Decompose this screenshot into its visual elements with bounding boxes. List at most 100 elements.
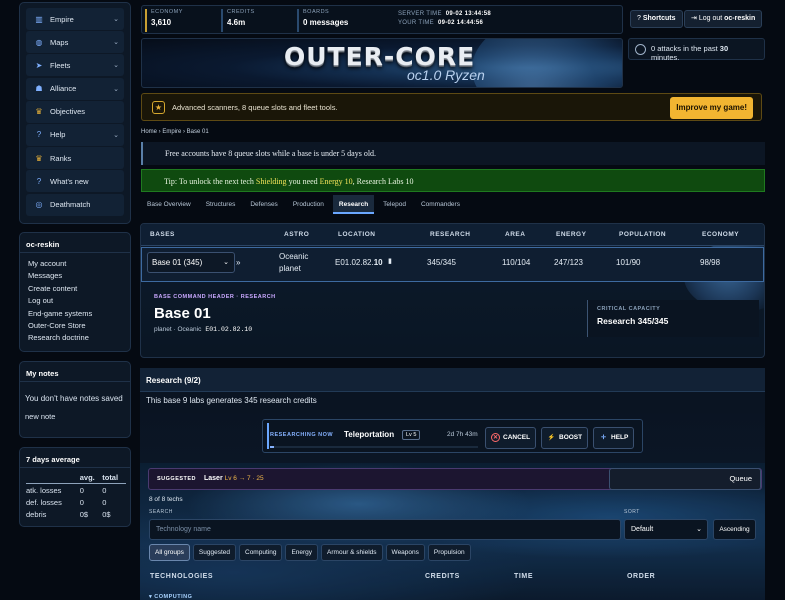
suggested-bar: SUGGESTED Laser Lv 6 → 7 · 25 Queue: [148, 468, 762, 490]
sidebar-item-fleets[interactable]: ➤ Fleets ⌄: [26, 54, 124, 77]
filter-chip[interactable]: Computing: [239, 544, 283, 561]
user-link[interactable]: Messages: [20, 270, 130, 282]
search-input[interactable]: Technology name: [149, 519, 621, 540]
shortcuts-button[interactable]: ? Shortcuts: [630, 10, 683, 28]
sidebar-item-help[interactable]: ? Help ⌄: [26, 123, 124, 146]
user-link[interactable]: Outer-Core Store: [20, 320, 130, 332]
averages-box: 7 days average avg. total atk. losses 0 …: [19, 447, 131, 527]
help-icon: ?: [637, 15, 641, 22]
tab-structures[interactable]: Structures: [200, 195, 242, 214]
stats-bar: ECONOMY 3,610 CREDITS 4.6m BOARDS 0 mess…: [141, 5, 623, 34]
bases-header: BASES ASTRO LOCATION RESEARCH AREA ENERG…: [141, 224, 764, 246]
research-progress: [270, 446, 478, 448]
your-time: 09-02 14:44:56: [437, 20, 484, 26]
research-desc: This base 9 labs generates 345 research …: [146, 396, 317, 405]
chevron-down-icon: ⌄: [113, 85, 119, 93]
user-link[interactable]: Create content: [20, 283, 130, 295]
tip-text: you need: [286, 177, 320, 186]
user-link[interactable]: My account: [20, 258, 130, 270]
sidebar-item-maps[interactable]: ◍ Maps ⌄: [26, 31, 124, 54]
sort-select[interactable]: Default ⌄: [624, 519, 708, 540]
tip-text: Tip: To unlock the next tech: [164, 177, 256, 186]
research-value: 345/345: [427, 258, 456, 267]
sidebar-item-alliance[interactable]: ☗ Alliance ⌄: [26, 77, 124, 100]
logout-user: oc-reskin: [724, 15, 756, 22]
filter-chip[interactable]: Energy: [285, 544, 319, 561]
tab-defenses[interactable]: Defenses: [244, 195, 283, 214]
col-order: ORDER: [627, 573, 656, 580]
chevron-down-icon: ⌄: [113, 39, 119, 47]
sort-value: Default: [631, 526, 654, 533]
population-value: 101/90: [616, 258, 641, 267]
filter-chip[interactable]: All groups: [149, 544, 190, 561]
area-value: 110/104: [502, 258, 531, 267]
critical-capacity: CRITICAL CAPACITY Research 345/345: [587, 300, 759, 337]
search-label: SEARCH: [149, 509, 173, 515]
base-select[interactable]: Base 01 (345) ⌄: [147, 252, 235, 273]
researching-name: Teleportation: [344, 430, 395, 439]
tab-production[interactable]: Production: [287, 195, 330, 214]
your-time-label: YOUR TIME: [398, 20, 434, 26]
trophy-icon: ♛: [35, 107, 43, 117]
table-row: def. losses 0 0: [26, 496, 126, 508]
new-note-link[interactable]: new note: [20, 403, 130, 421]
copy-icon[interactable]: ▮: [388, 257, 392, 265]
tab-commanders[interactable]: Commanders: [415, 195, 466, 214]
logout-icon: ⇥: [691, 15, 697, 22]
ascending-button[interactable]: Ascending: [713, 519, 756, 540]
cancel-button[interactable]: ✕ CANCEL: [485, 427, 537, 449]
sidebar-item-label: Help: [50, 130, 66, 140]
sidebar-item-objectives[interactable]: ♛ Objectives: [26, 100, 124, 123]
logout-label: Log out: [698, 15, 723, 22]
bases-card: BASES ASTRO LOCATION RESEARCH AREA ENERG…: [140, 223, 765, 358]
group-computing[interactable]: ▾ COMPUTING: [149, 594, 192, 600]
boards-stat[interactable]: BOARDS 0 messages: [297, 9, 348, 32]
sidebar-item-what-s-new[interactable]: ? What's new: [26, 170, 124, 193]
tab-research[interactable]: Research: [332, 195, 375, 214]
filter-chip[interactable]: Weapons: [385, 544, 425, 561]
help-icon: ?: [36, 130, 42, 140]
accent-bar: [267, 423, 269, 449]
stat-label: CREDITS: [227, 9, 255, 15]
breadcrumb[interactable]: Home › Empire › Base 01: [141, 129, 209, 135]
boost-button[interactable]: ⚡ BOOST: [541, 427, 589, 449]
suggested-tech[interactable]: Laser Lv 6 → 7 · 25: [204, 475, 264, 482]
tip-text: , Research Labs 10: [352, 177, 414, 186]
suggested-name: Laser: [204, 475, 223, 482]
help-button[interactable]: ✛ HELP: [593, 427, 635, 449]
location-value[interactable]: E01.02.82.10: [335, 258, 383, 267]
clock: SERVER TIME 09-02 13:44:58 YOUR TIME 09-02…: [398, 10, 491, 28]
avg-col: [26, 472, 80, 484]
sidebar-item-ranks[interactable]: ♛ Ranks: [26, 147, 124, 170]
col-location: LOCATION: [338, 231, 376, 238]
queue-button[interactable]: Queue: [609, 468, 761, 490]
tip-requirement[interactable]: Energy 10: [320, 177, 353, 186]
sidebar-item-empire[interactable]: ▥ Empire ⌄: [26, 8, 124, 30]
location-suffix: 10: [373, 258, 383, 267]
notes-box: My notes You don't have notes saved new …: [19, 361, 131, 438]
filter-chip[interactable]: Propulsion: [427, 544, 471, 561]
tech-count: 8 of 8 techs: [149, 496, 183, 503]
tab-telepod[interactable]: Telepod: [377, 195, 412, 214]
sidebar-item-label: Maps: [50, 37, 69, 47]
tab-base-overview[interactable]: Base Overview: [141, 195, 197, 214]
filter-chip[interactable]: Armour & shields: [321, 544, 383, 561]
tip-tech[interactable]: Shielding: [256, 177, 287, 186]
user-link[interactable]: Log out: [20, 295, 130, 307]
sidebar-item-deathmatch[interactable]: ◎ Deathmatch: [26, 193, 124, 216]
col-area: AREA: [505, 231, 526, 238]
user-link[interactable]: Research doctrine: [20, 332, 130, 344]
avg-cell: def. losses: [26, 497, 62, 507]
chevron-down-icon: ⌄: [113, 16, 119, 23]
improve-button[interactable]: Improve my game!: [670, 97, 753, 119]
logout-button[interactable]: ⇥ Log out oc-reskin: [684, 10, 763, 28]
users-icon: ☗: [35, 84, 43, 94]
avg-cell: debris: [26, 509, 47, 519]
location-prefix: E01.02.82.: [335, 258, 374, 267]
boost-label: BOOST: [559, 434, 583, 441]
star-icon: ★: [152, 101, 165, 114]
col-economy: ECONOMY: [702, 231, 740, 238]
next-base-link[interactable]: »: [236, 258, 240, 267]
filter-chip[interactable]: Suggested: [192, 544, 236, 561]
user-link[interactable]: End-game systems: [20, 308, 130, 320]
